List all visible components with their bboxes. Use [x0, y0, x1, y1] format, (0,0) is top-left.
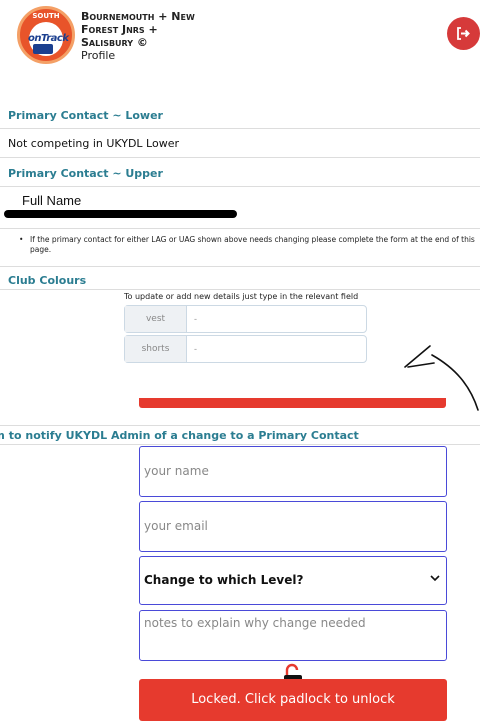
org-name-line2: Forest Jnrs +: [81, 23, 158, 36]
vest-field[interactable]: vest -: [124, 305, 367, 333]
runner-icon: [33, 44, 53, 54]
name-input[interactable]: your name: [139, 446, 447, 497]
club-logo: SOUTH onTrack: [17, 6, 75, 64]
locked-submit-button[interactable]: Locked. Click padlock to unlock: [139, 679, 447, 721]
primary-lower-value: Not competing in UKYDL Lower: [8, 137, 179, 150]
org-name-line3: Salisbury ©: [81, 36, 148, 49]
hand-drawn-arrow: [404, 345, 479, 411]
divider: [0, 425, 480, 426]
update-button-partial[interactable]: [139, 398, 446, 408]
logo-brand-text: onTrack: [28, 33, 69, 44]
full-name-label: Full Name: [22, 193, 82, 208]
vest-value[interactable]: -: [194, 306, 197, 332]
org-name-line1: Bournemouth + New: [81, 10, 195, 23]
shorts-field[interactable]: shorts -: [124, 335, 367, 363]
notes-textarea[interactable]: notes to explain why change needed: [139, 610, 447, 661]
chevron-down-icon: [430, 575, 440, 582]
level-select-value: Change to which Level?: [144, 573, 304, 587]
logout-icon: [457, 27, 470, 40]
logo-top-text: SOUTH: [32, 12, 60, 20]
logout-button[interactable]: [447, 17, 480, 50]
note-text: If the primary contact for either LAG or…: [30, 235, 475, 254]
primary-upper-title: Primary Contact ~ Upper: [8, 167, 163, 180]
contact-change-note: • If the primary contact for either LAG …: [19, 235, 475, 255]
club-colours-title: Club Colours: [8, 274, 87, 287]
header: SOUTH onTrack Bournemouth + New Forest J…: [0, 0, 480, 100]
divider: [0, 444, 480, 445]
profile-label: Profile: [81, 49, 116, 62]
divider: [0, 128, 480, 129]
org-name: Bournemouth + New Forest Jnrs + Salisbur…: [81, 10, 231, 62]
shorts-label: shorts: [125, 336, 187, 362]
level-select[interactable]: Change to which Level?: [139, 556, 447, 605]
bullet-icon: •: [19, 235, 24, 244]
divider: [0, 266, 480, 267]
primary-lower-title: Primary Contact ~ Lower: [8, 109, 163, 122]
vest-label: vest: [125, 306, 187, 332]
divider: [0, 157, 480, 158]
form-title: rm to notify UKYDL Admin of a change to …: [0, 429, 359, 442]
divider: [0, 228, 480, 229]
redaction-mark: [4, 210, 237, 218]
club-colours-hint: To update or add new details just type i…: [124, 292, 359, 301]
divider: [0, 289, 480, 290]
shorts-value[interactable]: -: [194, 336, 197, 362]
divider: [0, 186, 480, 187]
email-input[interactable]: your email: [139, 501, 447, 552]
